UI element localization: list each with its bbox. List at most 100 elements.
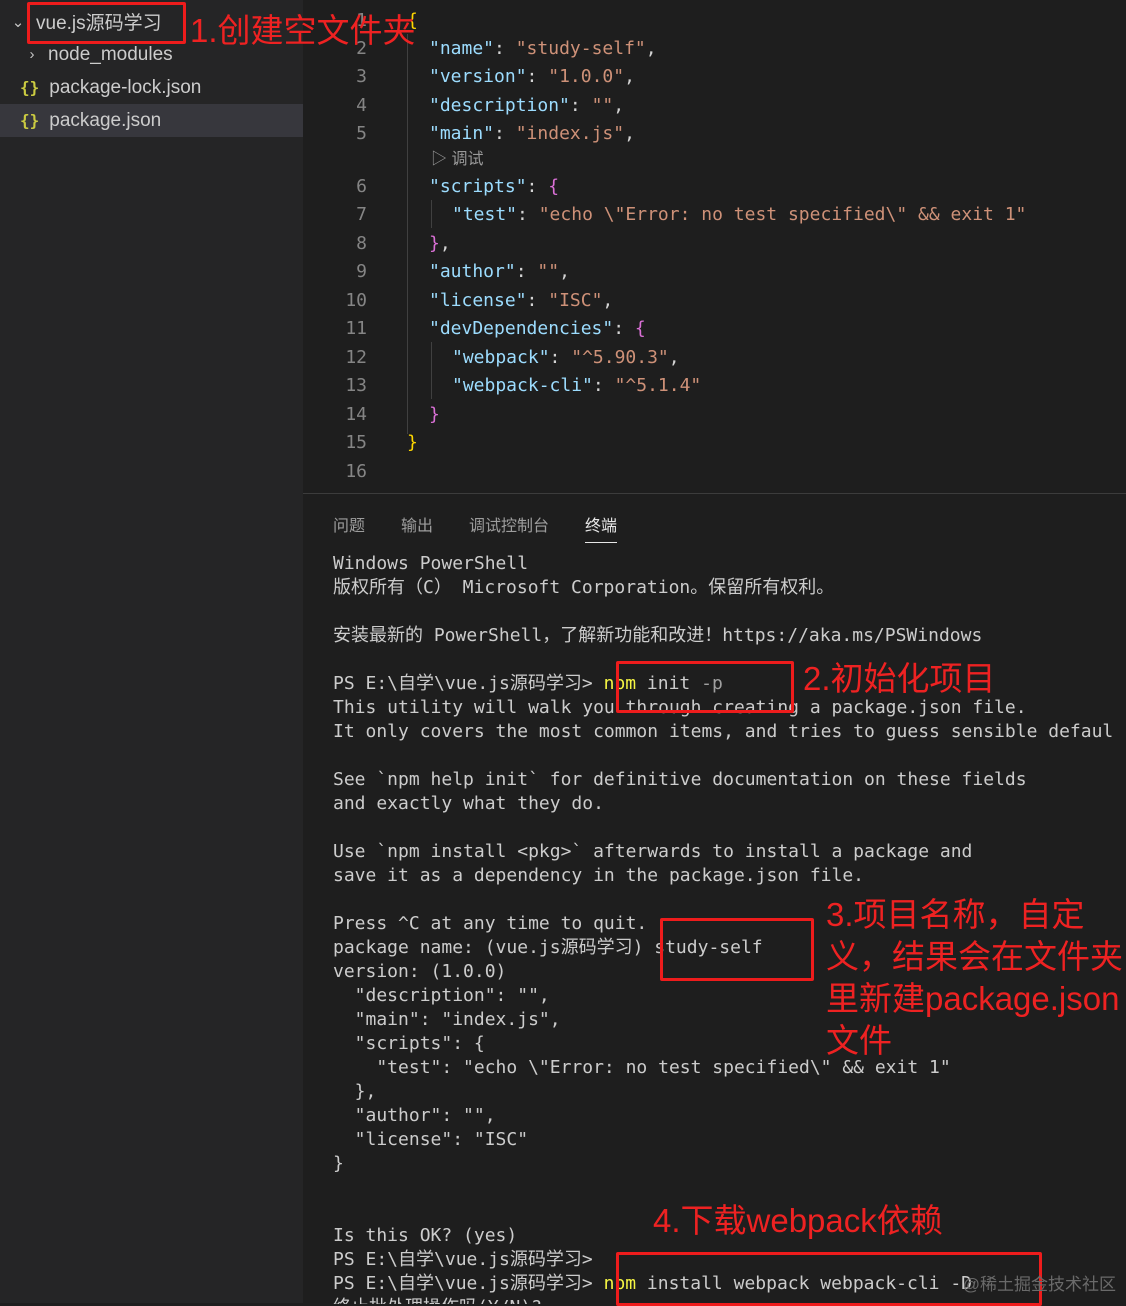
chevron-down-icon: ⌄	[11, 13, 25, 31]
code-line-9: 9 "author": "",	[303, 257, 1126, 285]
watermark: @稀土掘金技术社区	[962, 1275, 1116, 1294]
line-number: 14	[345, 403, 367, 425]
terminal-line: }	[333, 1153, 344, 1174]
explorer-item-label: node_modules	[48, 43, 173, 65]
line-number: 11	[345, 317, 367, 339]
json-value: "1.0.0"	[548, 65, 625, 87]
terminal-prompt-text: package name: (vue.js源码学习)	[333, 937, 644, 958]
terminal-line: "description": "",	[333, 985, 550, 1006]
explorer-item-package-json[interactable]: {} package.json	[0, 104, 303, 137]
code-line-5: 5 "main": "index.js",	[303, 119, 1126, 147]
json-key: "license"	[429, 289, 527, 311]
json-value: "index.js"	[515, 122, 625, 144]
terminal-line: 安装最新的 PowerShell，了解新功能和改进！https://aka.ms…	[333, 625, 983, 646]
json-key: "webpack-cli"	[452, 374, 593, 396]
annotation-step-3-line-2: 义，结果会在文件夹	[826, 938, 1123, 975]
panel-tabs: 问题 输出 调试控制台 终端	[333, 512, 618, 543]
json-key: "author"	[429, 260, 516, 282]
code-line-10: 10 "license": "ISC",	[303, 286, 1126, 314]
annotation-box-init	[616, 661, 794, 713]
terminal-line: See `npm help init` for definitive docum…	[333, 769, 1027, 790]
line-number: 7	[356, 203, 367, 225]
line-number: 6	[356, 175, 367, 197]
line-number: 5	[356, 122, 367, 144]
terminal-line: It only covers the most common items, an…	[333, 721, 1114, 742]
code-line-4: 4 "description": "",	[303, 91, 1126, 119]
json-file-icon: {}	[20, 111, 40, 130]
annotation-step-3-line-1: 3.项目名称，自定	[826, 896, 1085, 933]
terminal-line: Press ^C at any time to quit.	[333, 913, 648, 934]
code-line-6: 6 "scripts": {	[303, 172, 1126, 200]
code-line-16: 16	[303, 457, 1126, 485]
annotation-box-name	[660, 918, 814, 981]
line-number: 16	[345, 460, 367, 482]
explorer-sidebar: ⌄ vue.js源码学习 › node_modules {} package-l…	[0, 0, 303, 1303]
code-line-11: 11 "devDependencies": {	[303, 314, 1126, 342]
code-editor[interactable]: 1 { 2 "name": "study-self", 3 "version":…	[303, 0, 1126, 493]
line-number: 8	[356, 232, 367, 254]
code-line-12: 12 "webpack": "^5.90.3",	[303, 343, 1126, 371]
annotation-step-4: 4.下载webpack依赖	[653, 1202, 943, 1239]
code-line-14: 14 }	[303, 400, 1126, 428]
code-line-1: 1 {	[303, 6, 1126, 34]
json-key: "webpack"	[452, 346, 550, 368]
terminal-line: "scripts": {	[333, 1033, 485, 1054]
code-line-3: 3 "version": "1.0.0",	[303, 62, 1126, 90]
code-line-8: 8 },	[303, 229, 1126, 257]
tab-problems[interactable]: 问题	[333, 512, 365, 543]
json-value: "^5.90.3"	[571, 346, 669, 368]
line-number: 12	[345, 346, 367, 368]
json-key: "main"	[429, 122, 495, 144]
terminal-line: Windows PowerShell	[333, 553, 529, 574]
json-key: "devDependencies"	[429, 317, 614, 339]
line-number: 4	[356, 94, 367, 116]
json-value: "^5.1.4"	[614, 374, 702, 396]
json-value: ""	[537, 260, 560, 282]
json-key: "version"	[429, 65, 527, 87]
annotation-box-folder	[27, 2, 186, 44]
terminal-line: Use `npm install <pkg>` afterwards to in…	[333, 841, 973, 862]
json-file-icon: {}	[20, 78, 40, 97]
terminal-line: "license": "ISC"	[333, 1129, 529, 1150]
annotation-step-3-line-3: 里新建package.json	[826, 980, 1120, 1017]
json-value: "echo \"Error: no test specified\" && ex…	[538, 203, 1027, 225]
annotation-step-1: 1.创建空文件夹	[190, 12, 416, 49]
json-key: "description"	[429, 94, 570, 116]
chevron-right-icon: ›	[29, 46, 35, 63]
annotation-step-3-line-4: 文件	[826, 1022, 892, 1059]
line-number: 15	[345, 431, 367, 453]
explorer-item-package-lock[interactable]: {} package-lock.json	[0, 71, 303, 104]
json-value: "study-self"	[515, 37, 646, 59]
terminal-line: },	[333, 1081, 377, 1102]
codelens-debug[interactable]: ▷ 调试	[431, 145, 483, 169]
line-number: 3	[356, 65, 367, 87]
terminal-prompt: PS E:\自学\vue.js源码学习>	[333, 673, 593, 694]
terminal-line: "main": "index.js",	[333, 1009, 561, 1030]
terminal-line: PS E:\自学\vue.js源码学习>	[333, 1249, 593, 1270]
explorer-item-label: package.json	[49, 109, 162, 131]
line-number: 10	[345, 289, 367, 311]
terminal-line: version: (1.0.0)	[333, 961, 507, 982]
code-line-2: 2 "name": "study-self",	[303, 34, 1126, 62]
json-value: "ISC"	[548, 289, 603, 311]
json-value: ""	[591, 94, 614, 116]
tab-terminal[interactable]: 终端	[585, 512, 618, 543]
explorer-item-label: package-lock.json	[49, 76, 202, 98]
terminal-line: "author": "",	[333, 1105, 496, 1126]
tab-debug-console[interactable]: 调试控制台	[469, 512, 549, 543]
line-number: 13	[345, 374, 367, 396]
json-key: "name"	[429, 37, 495, 59]
line-number: 9	[356, 260, 367, 282]
json-key: "scripts"	[429, 175, 527, 197]
terminal-line: save it as a dependency in the package.j…	[333, 865, 865, 886]
code-line-7: 7 "test": "echo \"Error: no test specifi…	[303, 200, 1126, 228]
json-key: "test"	[452, 203, 518, 225]
code-line-13: 13 "webpack-cli": "^5.1.4"	[303, 371, 1126, 399]
terminal-line: Is this OK? (yes)	[333, 1225, 518, 1246]
terminal-line: 版权所有（C） Microsoft Corporation。保留所有权利。	[333, 577, 835, 598]
tab-output[interactable]: 输出	[401, 512, 433, 543]
terminal-prompt: PS E:\自学\vue.js源码学习>	[333, 1273, 593, 1294]
code-line-15: 15 }	[303, 428, 1126, 456]
terminal-line: and exactly what they do.	[333, 793, 604, 814]
annotation-step-2: 2.初始化项目	[803, 660, 996, 697]
